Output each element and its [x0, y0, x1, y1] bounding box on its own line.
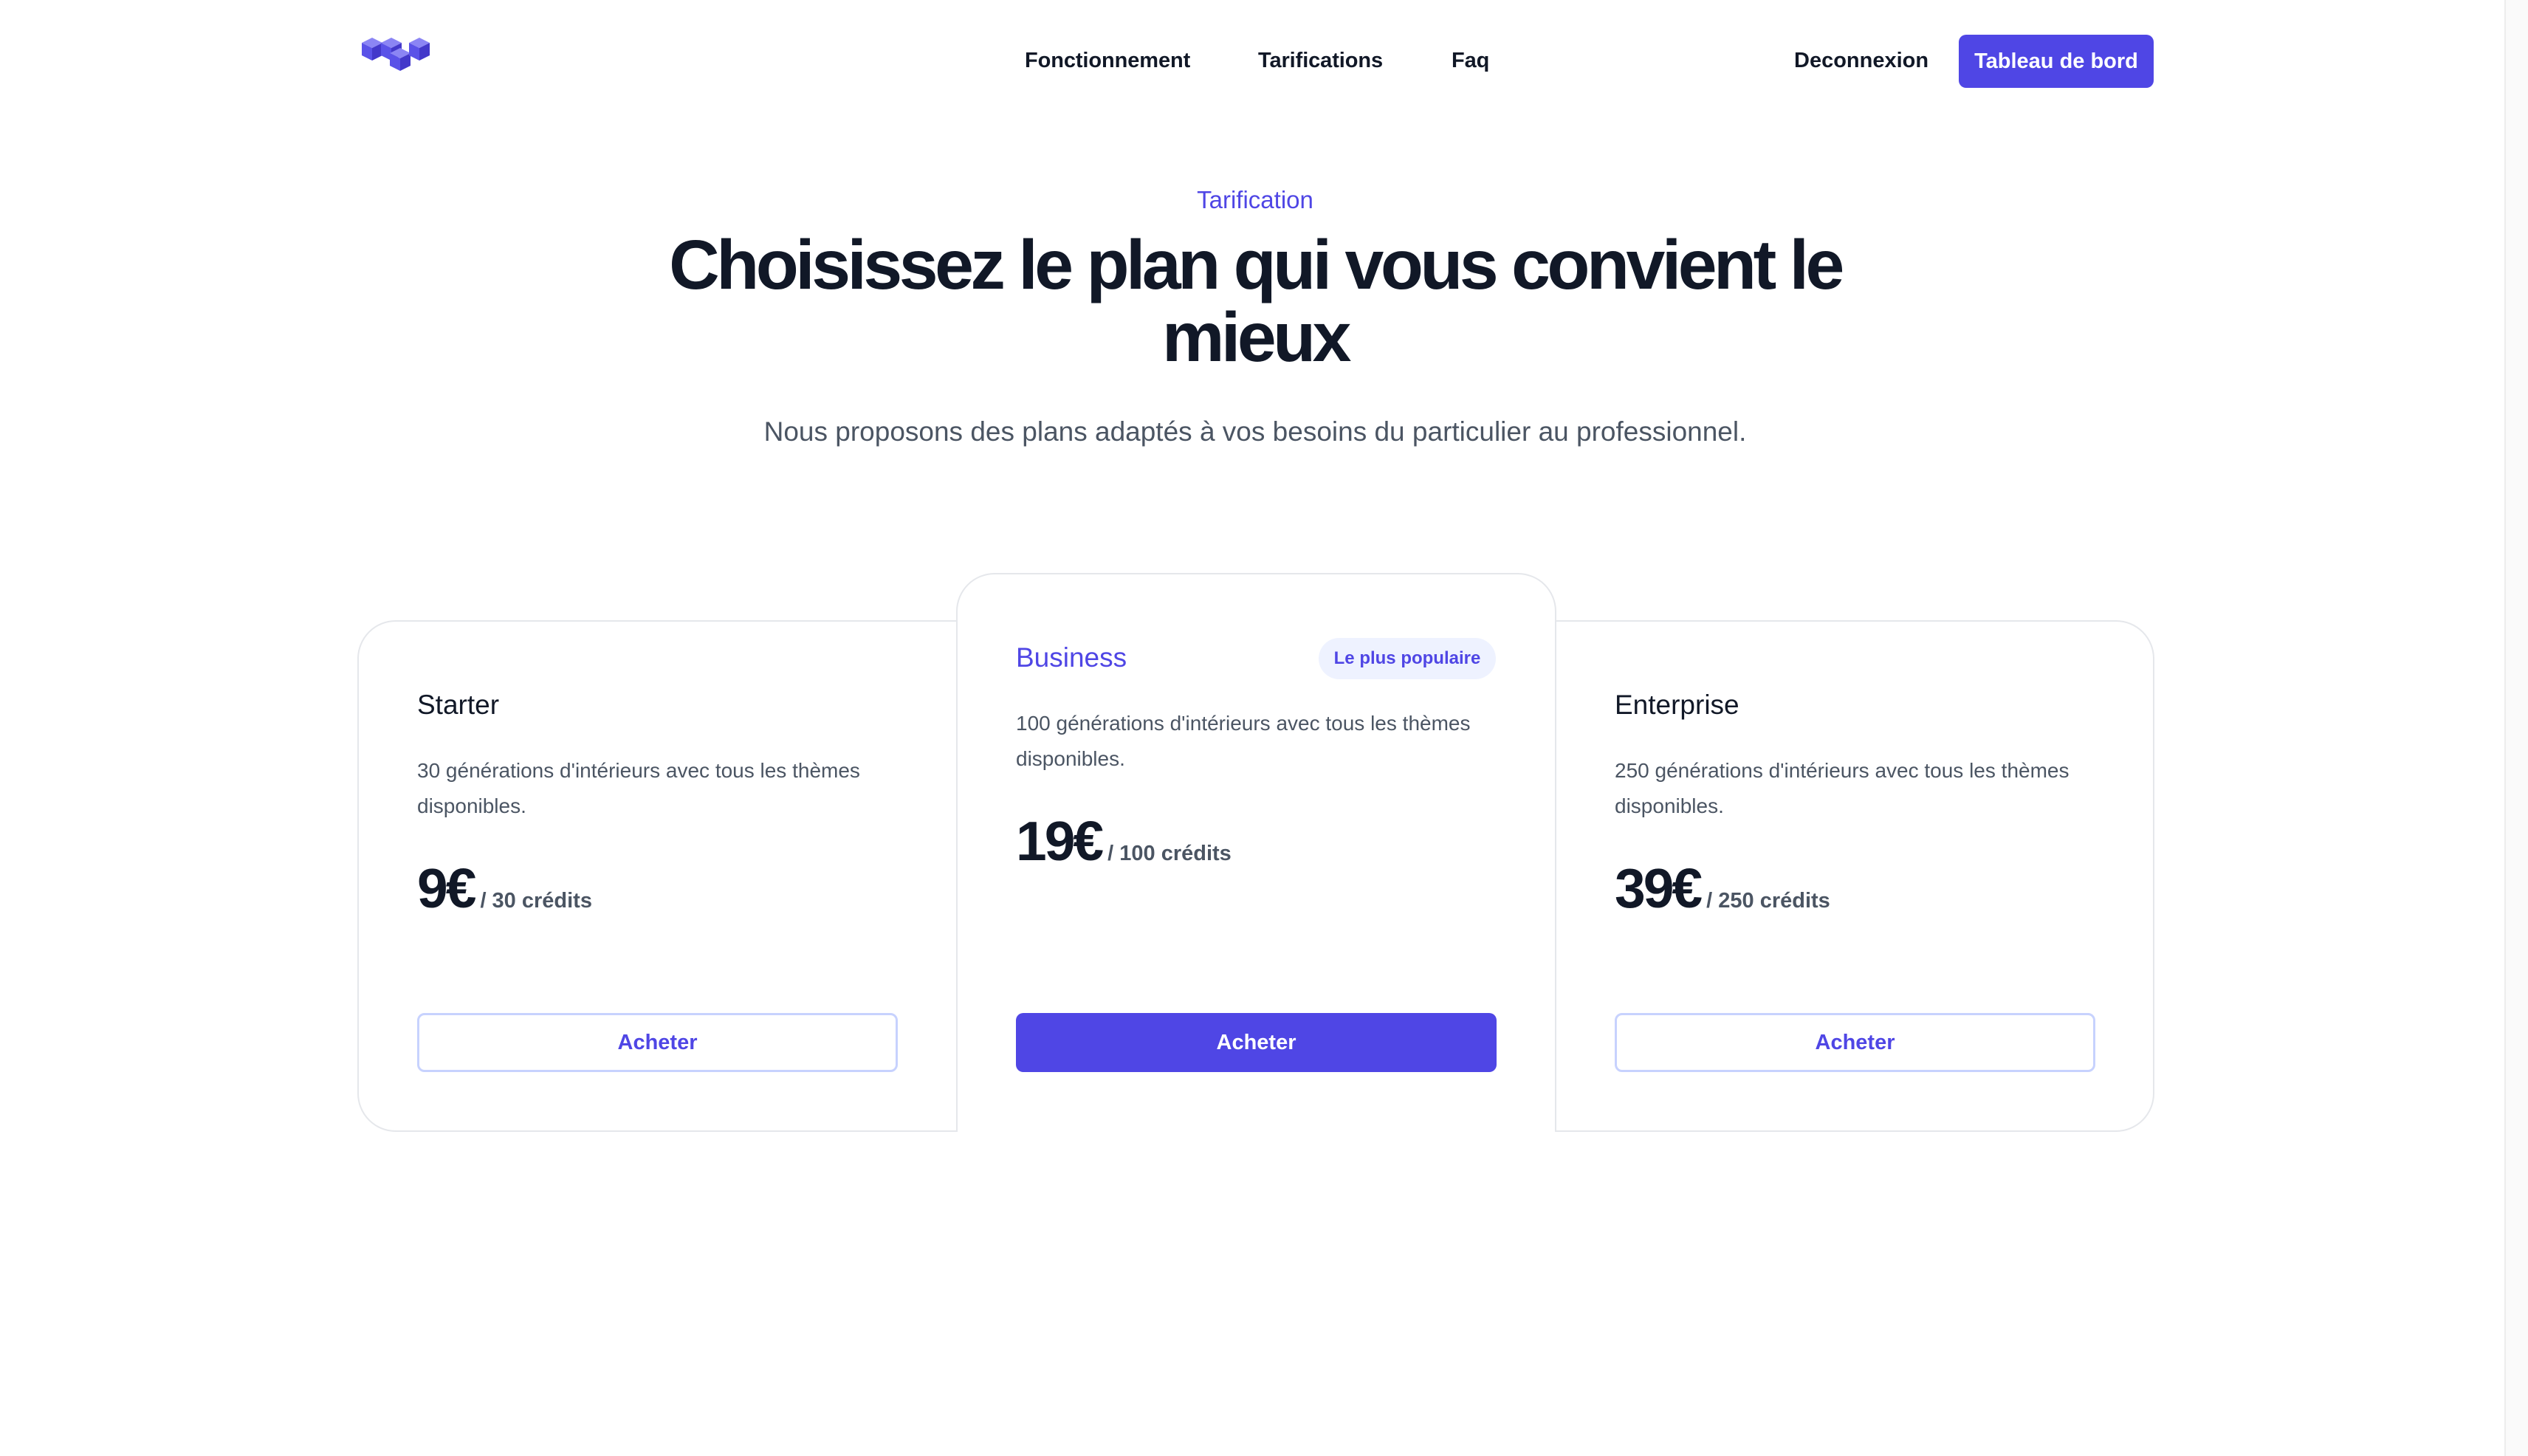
buy-button-business[interactable]: Acheter — [1016, 1013, 1497, 1072]
buy-button-starter[interactable]: Acheter — [417, 1013, 898, 1072]
price-unit: / 30 crédits — [480, 889, 592, 913]
plan-name-starter: Starter — [417, 690, 500, 720]
price-amount: 9€ — [417, 857, 476, 919]
price-amount: 39€ — [1615, 857, 1703, 919]
logout-link[interactable]: Deconnexion — [1794, 49, 1928, 73]
section-eyebrow: Tarification — [1197, 186, 1313, 213]
cubes-logo-icon[interactable] — [362, 35, 430, 74]
nav-link-fonctionnement[interactable]: Fonctionnement — [1025, 49, 1190, 73]
plan-price-starter: 9€ / 30 crédits — [417, 856, 592, 920]
price-unit: / 100 crédits — [1107, 842, 1232, 865]
plan-description-enterprise: 250 générations d'intérieurs avec tous l… — [1615, 759, 2070, 817]
page-scrollbar[interactable] — [2504, 0, 2528, 1456]
page-title: Choisissez le plan qui vous convient le … — [669, 226, 1844, 377]
plan-price-enterprise: 39€ / 250 crédits — [1615, 856, 1830, 920]
plan-description-business: 100 générations d'intérieurs avec tous l… — [1016, 712, 1471, 770]
plan-name-enterprise: Enterprise — [1615, 690, 1739, 720]
popular-badge: Le plus populaire — [1319, 638, 1496, 679]
dashboard-button[interactable]: Tableau de bord — [1959, 35, 2154, 88]
buy-button-enterprise[interactable]: Acheter — [1615, 1013, 2095, 1072]
nav-link-faq[interactable]: Faq — [1452, 49, 1489, 73]
price-unit: / 250 crédits — [1706, 889, 1830, 913]
page: Fonctionnement Tarifications Faq Deconne… — [0, 0, 2506, 1456]
nav-link-tarifications[interactable]: Tarifications — [1258, 49, 1383, 73]
plan-name-business: Business — [1016, 642, 1127, 673]
plan-description-starter: 30 générations d'intérieurs avec tous le… — [417, 759, 860, 817]
price-amount: 19€ — [1016, 810, 1104, 872]
plan-price-business: 19€ / 100 crédits — [1016, 809, 1232, 873]
page-subtitle: Nous proposons des plans adaptés à vos b… — [763, 416, 1747, 447]
